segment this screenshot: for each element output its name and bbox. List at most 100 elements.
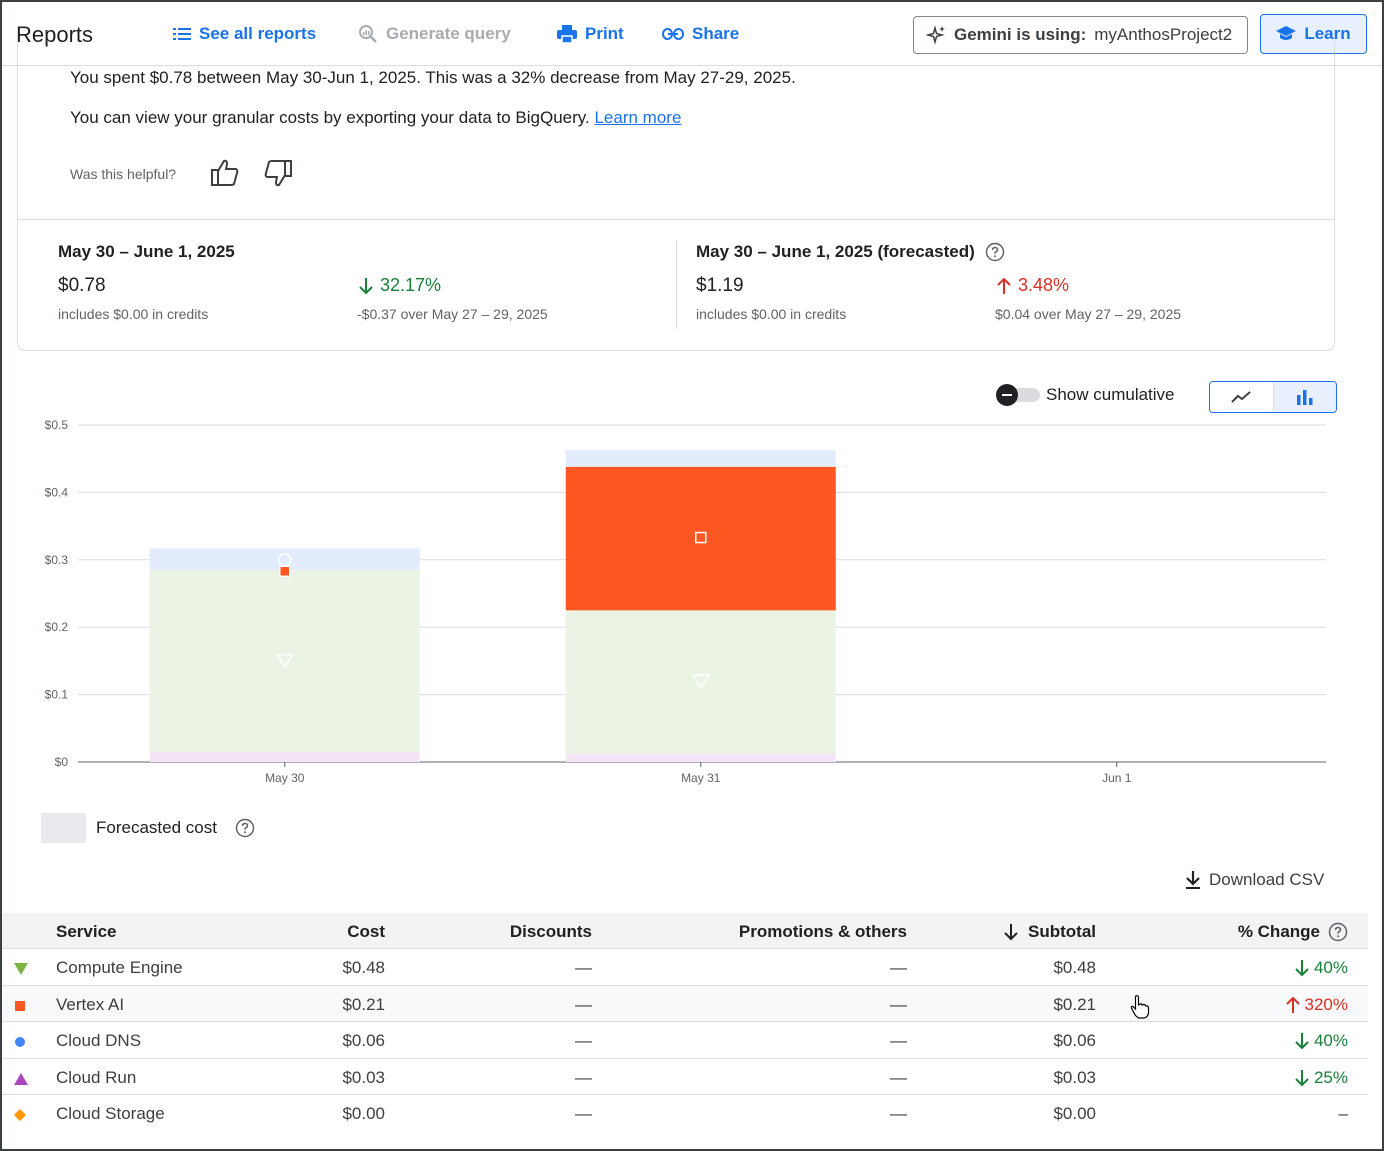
forecasted-cost-label: Forecasted cost xyxy=(96,818,217,837)
service-subtotal: $0.00 xyxy=(1053,1104,1096,1124)
spend-summary-text: You spent $0.78 between May 30-Jun 1, 20… xyxy=(70,68,796,87)
thumbs-down-button[interactable] xyxy=(263,158,293,193)
x-tick-label: May 31 xyxy=(681,771,721,785)
services-table: Service Cost Discounts Promotions & othe… xyxy=(2,913,1368,1132)
thumbs-down-icon xyxy=(264,160,292,187)
service-cost: $0.48 xyxy=(342,958,385,977)
arrow-down-icon xyxy=(1295,960,1309,977)
col-cost[interactable]: Cost xyxy=(347,922,385,942)
bar-segment-cloud-run xyxy=(565,753,836,762)
forecast-heading-text: May 30 – June 1, 2025 (forecasted) xyxy=(696,242,975,261)
service-name: Cloud Storage xyxy=(56,1104,165,1124)
service-change-value: 320% xyxy=(1304,994,1348,1014)
service-subtotal: $0.48 xyxy=(1053,958,1096,977)
service-change-value: – xyxy=(1338,1104,1348,1124)
arrow-down-icon xyxy=(1295,1033,1309,1050)
bigquery-export-text: You can view your granular costs by expo… xyxy=(70,108,681,128)
card-divider xyxy=(18,219,1334,220)
forecast-help-button[interactable] xyxy=(235,818,255,843)
service-change-value: 25% xyxy=(1313,1067,1348,1087)
service-subtotal: $0.06 xyxy=(1053,1031,1096,1051)
service-cost: $0.03 xyxy=(342,1067,385,1087)
learn-more-link[interactable]: Learn more xyxy=(594,108,681,127)
service-promotions: — xyxy=(890,1067,907,1087)
arrow-up-icon xyxy=(997,277,1011,294)
bigquery-export-sentence: You can view your granular costs by expo… xyxy=(70,108,590,127)
diamond-marker-icon xyxy=(14,1106,26,1126)
service-cost: $0.06 xyxy=(342,1031,385,1051)
service-discounts: — xyxy=(575,1104,592,1124)
triangle-up-marker-icon xyxy=(14,1070,28,1090)
col-promotions[interactable]: Promotions & others xyxy=(739,922,907,942)
bar-chart-button[interactable] xyxy=(1273,382,1336,412)
bar-segment-cloud-run xyxy=(149,751,420,762)
download-csv-button[interactable]: Download CSV xyxy=(1185,870,1324,890)
x-tick-label: May 30 xyxy=(265,771,305,785)
service-name: Cloud DNS xyxy=(56,1031,142,1051)
cumulative-toggle[interactable] xyxy=(996,384,1040,406)
service-change: 40% xyxy=(1294,958,1348,978)
actual-change-percent: 32.17% xyxy=(358,275,441,296)
help-icon[interactable] xyxy=(985,242,1005,262)
service-discounts: — xyxy=(575,1031,592,1051)
service-change: 320% xyxy=(1285,995,1348,1015)
y-tick-label: $0.3 xyxy=(45,553,69,567)
table-header: Service Cost Discounts Promotions & othe… xyxy=(2,913,1368,949)
actual-change-value: 32.17% xyxy=(380,275,442,295)
service-subtotal: $0.03 xyxy=(1053,1067,1096,1087)
table-row[interactable]: Cloud Run $0.03 — — $0.03 25% xyxy=(2,1059,1368,1096)
thumbs-up-button[interactable] xyxy=(210,158,240,193)
bar-segment-compute-engine xyxy=(565,610,836,754)
col-subtotal[interactable]: Subtotal xyxy=(1004,922,1096,942)
table-row[interactable]: Compute Engine $0.48 — — $0.48 40% xyxy=(2,949,1368,986)
line-chart-icon xyxy=(1231,391,1251,403)
actual-credits-text: includes $0.00 in credits xyxy=(58,306,209,322)
circle-marker-icon xyxy=(14,1033,26,1053)
help-icon xyxy=(1328,922,1348,942)
service-promotions: — xyxy=(890,958,907,977)
toggle-knob xyxy=(996,384,1018,406)
link-icon xyxy=(662,28,684,40)
arrow-down-icon xyxy=(1295,1069,1309,1087)
actual-period-heading: May 30 – June 1, 2025 xyxy=(58,242,235,261)
col-change[interactable]: % Change xyxy=(1238,922,1348,942)
table-row[interactable]: Vertex AI $0.21 — — $0.21 320% xyxy=(2,985,1368,1023)
service-change: 25% xyxy=(1294,1068,1348,1088)
line-chart-button[interactable] xyxy=(1210,382,1274,412)
forecast-credits-text: includes $0.00 in credits xyxy=(696,306,847,322)
forecast-period-heading: May 30 – June 1, 2025 (forecasted) xyxy=(696,242,1005,262)
y-tick-label: $0.1 xyxy=(45,688,69,702)
col-subtotal-label: Subtotal xyxy=(1028,922,1096,941)
col-discounts[interactable]: Discounts xyxy=(510,922,592,942)
actual-change-detail: -$0.37 over May 27 – 29, 2025 xyxy=(357,306,548,322)
y-tick-label: $0.2 xyxy=(45,620,69,634)
download-icon xyxy=(1186,871,1200,889)
chart-type-selector xyxy=(1209,381,1337,413)
forecast-change-percent: 3.48% xyxy=(996,275,1069,296)
square-marker-icon xyxy=(14,997,26,1017)
col-service[interactable]: Service xyxy=(56,922,117,942)
service-change-value: 40% xyxy=(1313,1031,1348,1051)
service-discounts: — xyxy=(575,994,592,1014)
list-icon xyxy=(173,28,191,40)
stats-separator xyxy=(676,240,677,329)
table-row[interactable]: Cloud Storage $0.00 — — $0.00 – xyxy=(2,1095,1368,1132)
sort-descending-icon xyxy=(1004,924,1018,941)
service-subtotal: $0.21 xyxy=(1053,994,1096,1014)
cost-bar-chart: $0 $0.1 $0.2 $0.3 $0.4 $0.5 May 30 May 31 Jun 1 xyxy=(45,418,1326,785)
bar-segment-compute-engine xyxy=(149,569,420,752)
y-tick-label: $0 xyxy=(55,755,69,769)
y-tick-label: $0.4 xyxy=(45,485,69,499)
service-discounts: — xyxy=(575,958,592,977)
hand-cursor-icon xyxy=(1130,995,1150,1019)
y-tick-label: $0.5 xyxy=(45,418,69,432)
forecast-change-detail: $0.04 over May 27 – 29, 2025 xyxy=(995,306,1182,322)
service-name: Compute Engine xyxy=(56,958,183,977)
forecast-change-value: 3.48% xyxy=(1018,275,1070,295)
helpful-prompt: Was this helpful? xyxy=(70,166,177,182)
bar-segment-cloud-dns xyxy=(565,449,836,467)
table-row[interactable]: Cloud DNS $0.06 — — $0.06 40% xyxy=(2,1022,1368,1059)
arrow-up-icon xyxy=(1285,996,1300,1013)
service-discounts: — xyxy=(575,1067,592,1087)
service-promotions: — xyxy=(890,1104,907,1124)
